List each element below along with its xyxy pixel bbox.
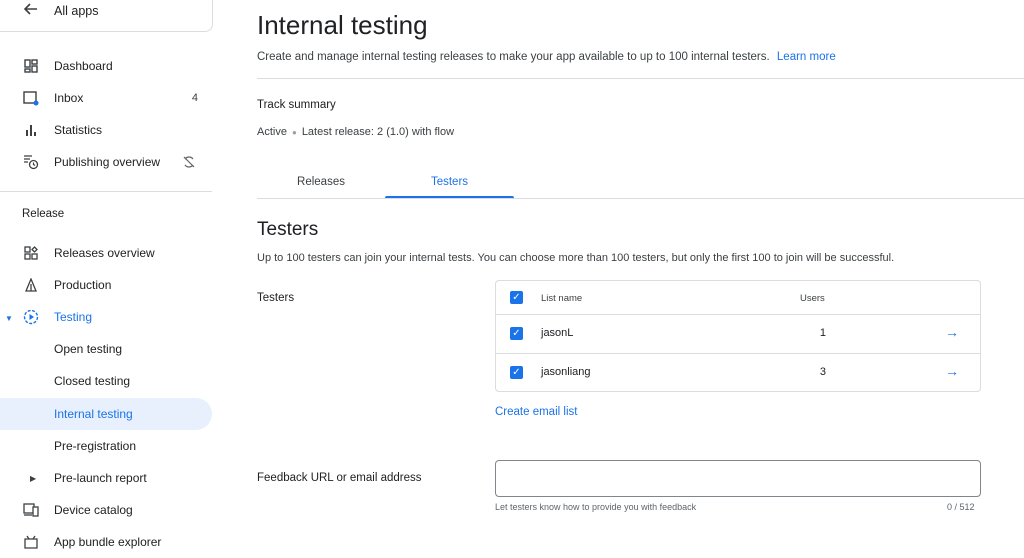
sidebar-item-dashboard[interactable]: Dashboard [0,50,212,82]
header-divider [257,78,1024,79]
latest-release-label: Latest release: 2 (1.0) with flow [301,126,455,138]
tabs-divider [257,198,1024,199]
releases-overview-icon [22,245,40,261]
testing-icon [22,309,40,325]
sidebar-item-label: Closed testing [54,374,131,388]
sidebar-item-label: App bundle explorer [54,535,162,549]
page-subtitle-text: Create and manage internal testing relea… [257,51,770,63]
sidebar-item-pre-launch-report[interactable]: Pre-launch report [0,462,212,494]
feedback-field-label: Feedback URL or email address [257,472,422,484]
learn-more-link[interactable]: Learn more [777,51,836,63]
testers-section-title: Testers [257,219,319,240]
production-icon [22,277,40,293]
sidebar-item-label: Releases overview [54,246,155,260]
sidebar-item-label: Inbox [54,91,84,105]
sidebar-item-label: Internal testing [54,407,133,421]
tab-testers[interactable]: Testers [385,169,514,199]
publishing-overview-icon [22,154,40,170]
sidebar-item-app-bundle-explorer[interactable]: App bundle explorer [0,526,212,558]
sidebar-item-label: Open testing [54,342,123,356]
app-bundle-explorer-icon [22,534,40,550]
tab-releases[interactable]: Releases [257,169,385,199]
sidebar-divider [0,191,212,192]
sidebar-item-device-catalog[interactable]: Device catalog [0,494,212,526]
inbox-icon [22,90,40,106]
feedback-url-input[interactable] [495,460,981,497]
sidebar-item-statistics[interactable]: Statistics [0,114,212,146]
users-cell: 3 [819,366,826,378]
table-header-row: ✓ List name Users [496,281,980,314]
device-catalog-icon [22,502,40,518]
sidebar-item-label: Dashboard [54,59,113,73]
table-row[interactable]: ✓ jasonliang 3 → [496,353,980,392]
column-header-list-name: List name [541,293,583,304]
main-content: Internal testing Create and manage inter… [257,0,1024,558]
sidebar-item-label: Publishing overview [54,155,161,169]
sidebar-item-label: Statistics [54,123,103,137]
table-row[interactable]: ✓ jasonL 1 → [496,314,980,353]
sidebar-item-testing[interactable]: Testing [0,301,212,333]
arrow-forward-icon[interactable]: → [945,324,959,340]
testers-table: ✓ List name Users ✓ jasonL 1 → ✓ jasonli… [495,280,981,392]
track-summary-status: Active ● Latest release: 2 (1.0) with flow [257,126,454,138]
tab-label: Releases [297,176,345,188]
section-label-release: Release [22,208,65,220]
list-name-cell: jasonL [541,327,574,339]
sidebar-item-label: Production [54,278,112,292]
separator-dot-icon: ● [291,128,297,137]
testers-field-label: Testers [257,292,295,304]
sidebar-item-publishing-overview[interactable]: Publishing overview [0,146,212,178]
column-header-users: Users [800,293,825,304]
sidebar-item-label: Device catalog [54,503,133,517]
all-apps-button[interactable]: All apps [0,0,213,32]
page-subtitle: Create and manage internal testing relea… [257,51,836,63]
track-status-label: Active [257,126,287,138]
page-title: Internal testing [257,10,428,40]
tab-label: Testers [430,176,469,188]
row-checkbox[interactable]: ✓ [510,327,523,340]
sidebar-item-inbox[interactable]: Inbox 4 [0,82,212,114]
testers-section-description: Up to 100 testers can join your internal… [257,252,895,264]
sidebar-item-releases-overview[interactable]: Releases overview [0,237,212,269]
arrow-forward-icon[interactable]: → [945,363,959,379]
sidebar: All apps Dashboard Inbox 4 Statistics Pu… [0,0,224,558]
all-apps-label: All apps [54,4,99,18]
select-all-checkbox[interactable]: ✓ [510,291,523,304]
feedback-helper-text: Let testers know how to provide you with… [495,502,697,512]
sidebar-item-label: Pre-registration [54,439,137,453]
statistics-icon [22,122,40,138]
users-cell: 1 [819,327,826,339]
sidebar-item-open-testing[interactable]: Open testing [0,333,212,365]
sidebar-item-closed-testing[interactable]: Closed testing [0,365,212,397]
list-name-cell: jasonliang [541,366,591,378]
dashboard-icon [22,58,40,74]
create-email-list-link[interactable]: Create email list [495,406,577,418]
feedback-char-counter: 0 / 512 [947,502,975,512]
inbox-count-badge: 4 [191,92,198,104]
sidebar-item-production[interactable]: Production [0,269,212,301]
sidebar-item-label: Testing [54,310,93,324]
sidebar-item-internal-testing[interactable]: Internal testing [0,398,212,430]
track-summary-title: Track summary [257,99,336,111]
arrow-back-icon [23,2,54,20]
row-checkbox[interactable]: ✓ [510,366,523,379]
sidebar-item-pre-registration[interactable]: Pre-registration [0,430,212,462]
sync-disabled-icon [182,155,196,172]
sidebar-item-label: Pre-launch report [54,471,147,485]
